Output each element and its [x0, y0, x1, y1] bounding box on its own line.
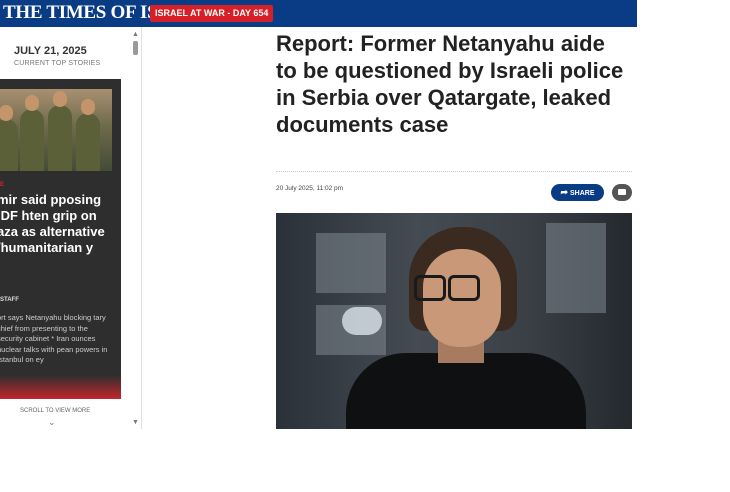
article-hero-image [276, 213, 632, 429]
story-tag: E [0, 182, 5, 188]
scroll-hint: SCROLL TO VIEW MORE [20, 408, 91, 414]
top-stories-sidebar: JULY 21, 2025 CURRENT TOP STORIES ▲ ▼ E … [0, 27, 142, 429]
top-story-card[interactable]: E mir said pposing IDF hten grip on aza … [0, 79, 121, 399]
comments-button[interactable] [612, 184, 632, 201]
glasses-right [448, 275, 480, 301]
sidebar-scrollbar[interactable]: ▲ ▼ [132, 31, 139, 427]
sidebar-date: JULY 21, 2025 [14, 45, 87, 57]
story-headline[interactable]: mir said pposing IDF hten grip on aza as… [0, 192, 121, 256]
story-photo [0, 89, 112, 171]
glasses-left [414, 275, 446, 301]
scroll-up-icon[interactable]: ▲ [132, 31, 139, 38]
window-pane [316, 233, 386, 293]
window-pane [546, 223, 606, 313]
person-shirt [346, 353, 586, 429]
site-header: THE TIMES OF ISRAEL ISRAEL AT WAR - DAY … [0, 0, 637, 27]
share-button[interactable]: ➦ SHARE [551, 184, 604, 201]
article-headline: Report: Former Netanyahu aide to be ques… [276, 31, 624, 137]
headline-divider [276, 171, 632, 172]
story-byline: STAFF [0, 297, 19, 303]
share-arrow-icon: ➦ [560, 187, 569, 197]
scrollbar-thumb[interactable] [133, 41, 138, 55]
chevron-down-icon[interactable]: ⌄ [48, 417, 56, 428]
article-date: 20 July 2025, 11:02 pm [276, 185, 344, 192]
scroll-down-icon[interactable]: ▼ [132, 419, 139, 426]
war-day-badge[interactable]: ISRAEL AT WAR - DAY 654 [150, 5, 274, 22]
story-summary: ort says Netanyahu blocking tary chief f… [0, 313, 108, 364]
sidebar-subtitle: CURRENT TOP STORIES [14, 60, 101, 67]
share-label: SHARE [570, 190, 595, 197]
card-fade-overlay [0, 375, 121, 399]
comment-bubble-icon [618, 189, 626, 195]
background-light [342, 307, 382, 335]
